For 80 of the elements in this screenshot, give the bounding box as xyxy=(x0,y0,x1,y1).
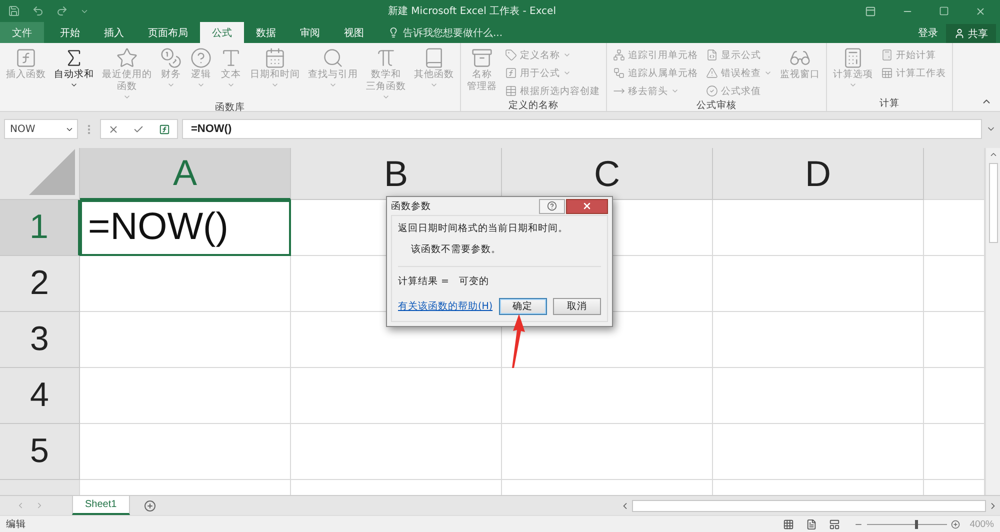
group-label: 定义的名称 xyxy=(508,99,560,113)
insert-function-icon[interactable] xyxy=(158,124,170,134)
restore-icon[interactable] xyxy=(939,6,949,16)
question-icon xyxy=(190,47,212,69)
row-header[interactable]: 4 xyxy=(0,368,80,424)
normal-view-icon[interactable] xyxy=(782,518,794,530)
column-header[interactable]: C xyxy=(502,148,713,200)
magnifier-icon xyxy=(322,47,344,69)
pi-icon xyxy=(375,47,397,69)
row-header[interactable]: 5 xyxy=(0,424,80,480)
row-header[interactable]: 3 xyxy=(0,312,80,368)
column-header[interactable]: A xyxy=(80,148,291,200)
person-icon xyxy=(954,28,965,39)
group-label: 计算 xyxy=(878,97,900,111)
close-button[interactable] xyxy=(566,198,608,214)
window-title: 新建 Microsoft Excel 工作表 - Excel xyxy=(388,4,557,18)
ribbon-tab[interactable]: 页面布局 xyxy=(136,22,200,43)
cancel-icon[interactable] xyxy=(108,124,120,134)
table-icon xyxy=(505,85,517,97)
column-header[interactable]: B xyxy=(291,148,502,200)
lightbulb-icon xyxy=(388,27,399,38)
sheet-tab[interactable]: Sheet1 xyxy=(72,496,130,515)
sign-in-link[interactable]: 登录 xyxy=(918,26,938,40)
result-value: 可变的 xyxy=(458,275,489,288)
ribbon-button[interactable]: 自动求和 xyxy=(51,45,97,101)
enter-icon[interactable] xyxy=(133,124,144,134)
formula-field[interactable]: =NOW() xyxy=(182,119,982,139)
status-mode: 编辑 xyxy=(6,518,27,530)
group-label: 公式审核 xyxy=(696,99,738,113)
calculator-icon xyxy=(842,47,864,69)
page-break-icon[interactable] xyxy=(828,518,840,530)
group-label: 函数库 xyxy=(214,101,246,115)
close-icon[interactable] xyxy=(975,6,986,16)
help-icon xyxy=(547,201,557,211)
calendar-icon xyxy=(264,47,286,69)
sheet-icon xyxy=(881,67,893,79)
ribbon-tab[interactable]: 公式 xyxy=(200,22,244,43)
book-icon xyxy=(423,47,445,69)
row-header[interactable]: 1 xyxy=(0,200,80,256)
function-icon xyxy=(15,47,37,69)
function-icon xyxy=(505,67,517,79)
note-text: 该函数不需要参数。 xyxy=(411,243,502,256)
column-header[interactable]: D xyxy=(713,148,924,200)
ribbon-tab[interactable]: 插入 xyxy=(92,22,136,43)
scroll-up-icon[interactable] xyxy=(988,150,998,159)
ribbon-display-icon[interactable] xyxy=(865,6,876,16)
tell-me-field[interactable]: 告诉我您想要做什么... xyxy=(403,26,503,40)
name-box[interactable]: NOW xyxy=(4,119,78,139)
redo-icon[interactable] xyxy=(56,5,68,17)
add-sheet-icon[interactable] xyxy=(144,500,156,512)
file-tab[interactable]: 文件 xyxy=(0,22,44,43)
dialog-title: 函数参数 xyxy=(391,200,431,212)
description-text: 返回日期时间格式的当前日期和时间。 xyxy=(398,222,569,235)
ribbon-tab[interactable]: 开始 xyxy=(48,22,92,43)
save-icon[interactable] xyxy=(8,5,20,17)
help-link[interactable]: 有关该函数的帮助(H) xyxy=(398,300,493,313)
coins-icon xyxy=(160,47,182,69)
result-label: 计算结果 = xyxy=(398,275,449,288)
row-header[interactable]: 2 xyxy=(0,256,80,312)
text-icon xyxy=(220,47,242,69)
page-layout-icon[interactable] xyxy=(806,518,817,530)
ribbon-tab[interactable]: 视图 xyxy=(332,22,376,43)
warning-icon xyxy=(706,67,718,79)
ok-button[interactable]: 确定 xyxy=(498,298,547,315)
undo-icon[interactable] xyxy=(32,5,44,17)
close-icon xyxy=(582,201,592,211)
horizontal-scrollbar[interactable] xyxy=(632,500,986,512)
zoom-thumb[interactable] xyxy=(914,520,918,528)
zoom-level[interactable]: 400% xyxy=(970,518,994,530)
zoom-in-icon[interactable] xyxy=(950,520,960,528)
calculator-icon xyxy=(881,49,893,61)
ribbon-tab[interactable]: 数据 xyxy=(244,22,288,43)
share-button[interactable]: 共享 xyxy=(946,24,996,43)
ribbon-tab[interactable]: 审阅 xyxy=(288,22,332,43)
tag-icon xyxy=(505,49,517,61)
annotation-arrow xyxy=(509,314,525,368)
table-cell: =NOW() xyxy=(80,200,291,256)
help-button[interactable] xyxy=(539,198,565,214)
cancel-button[interactable]: 取消 xyxy=(552,298,601,315)
scrollbar-thumb[interactable] xyxy=(988,163,998,243)
